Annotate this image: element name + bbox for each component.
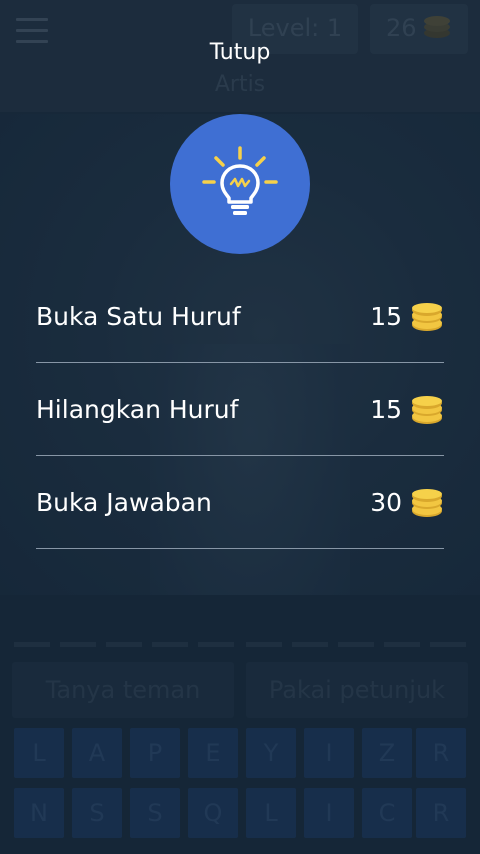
hint-icon-circle — [170, 114, 310, 254]
hint-option-price: 15 — [370, 302, 402, 331]
coin-stack-icon — [412, 489, 442, 517]
hint-option-label: Hilangkan Huruf — [36, 395, 239, 424]
hint-option-price: 30 — [370, 488, 402, 517]
hint-option-reveal-letter[interactable]: Buka Satu Huruf 15 — [36, 270, 444, 363]
coin-stack-icon — [412, 303, 442, 331]
lightbulb-icon — [202, 146, 278, 215]
coin-stack-icon — [412, 396, 442, 424]
hint-option-price: 15 — [370, 395, 402, 424]
close-dialog-button[interactable]: Tutup — [0, 40, 480, 65]
hint-option-remove-letters[interactable]: Hilangkan Huruf 15 — [36, 363, 444, 456]
divider — [36, 548, 444, 549]
hint-option-label: Buka Satu Huruf — [36, 302, 241, 331]
hint-option-reveal-answer[interactable]: Buka Jawaban 30 — [36, 456, 444, 549]
hint-option-label: Buka Jawaban — [36, 488, 212, 517]
